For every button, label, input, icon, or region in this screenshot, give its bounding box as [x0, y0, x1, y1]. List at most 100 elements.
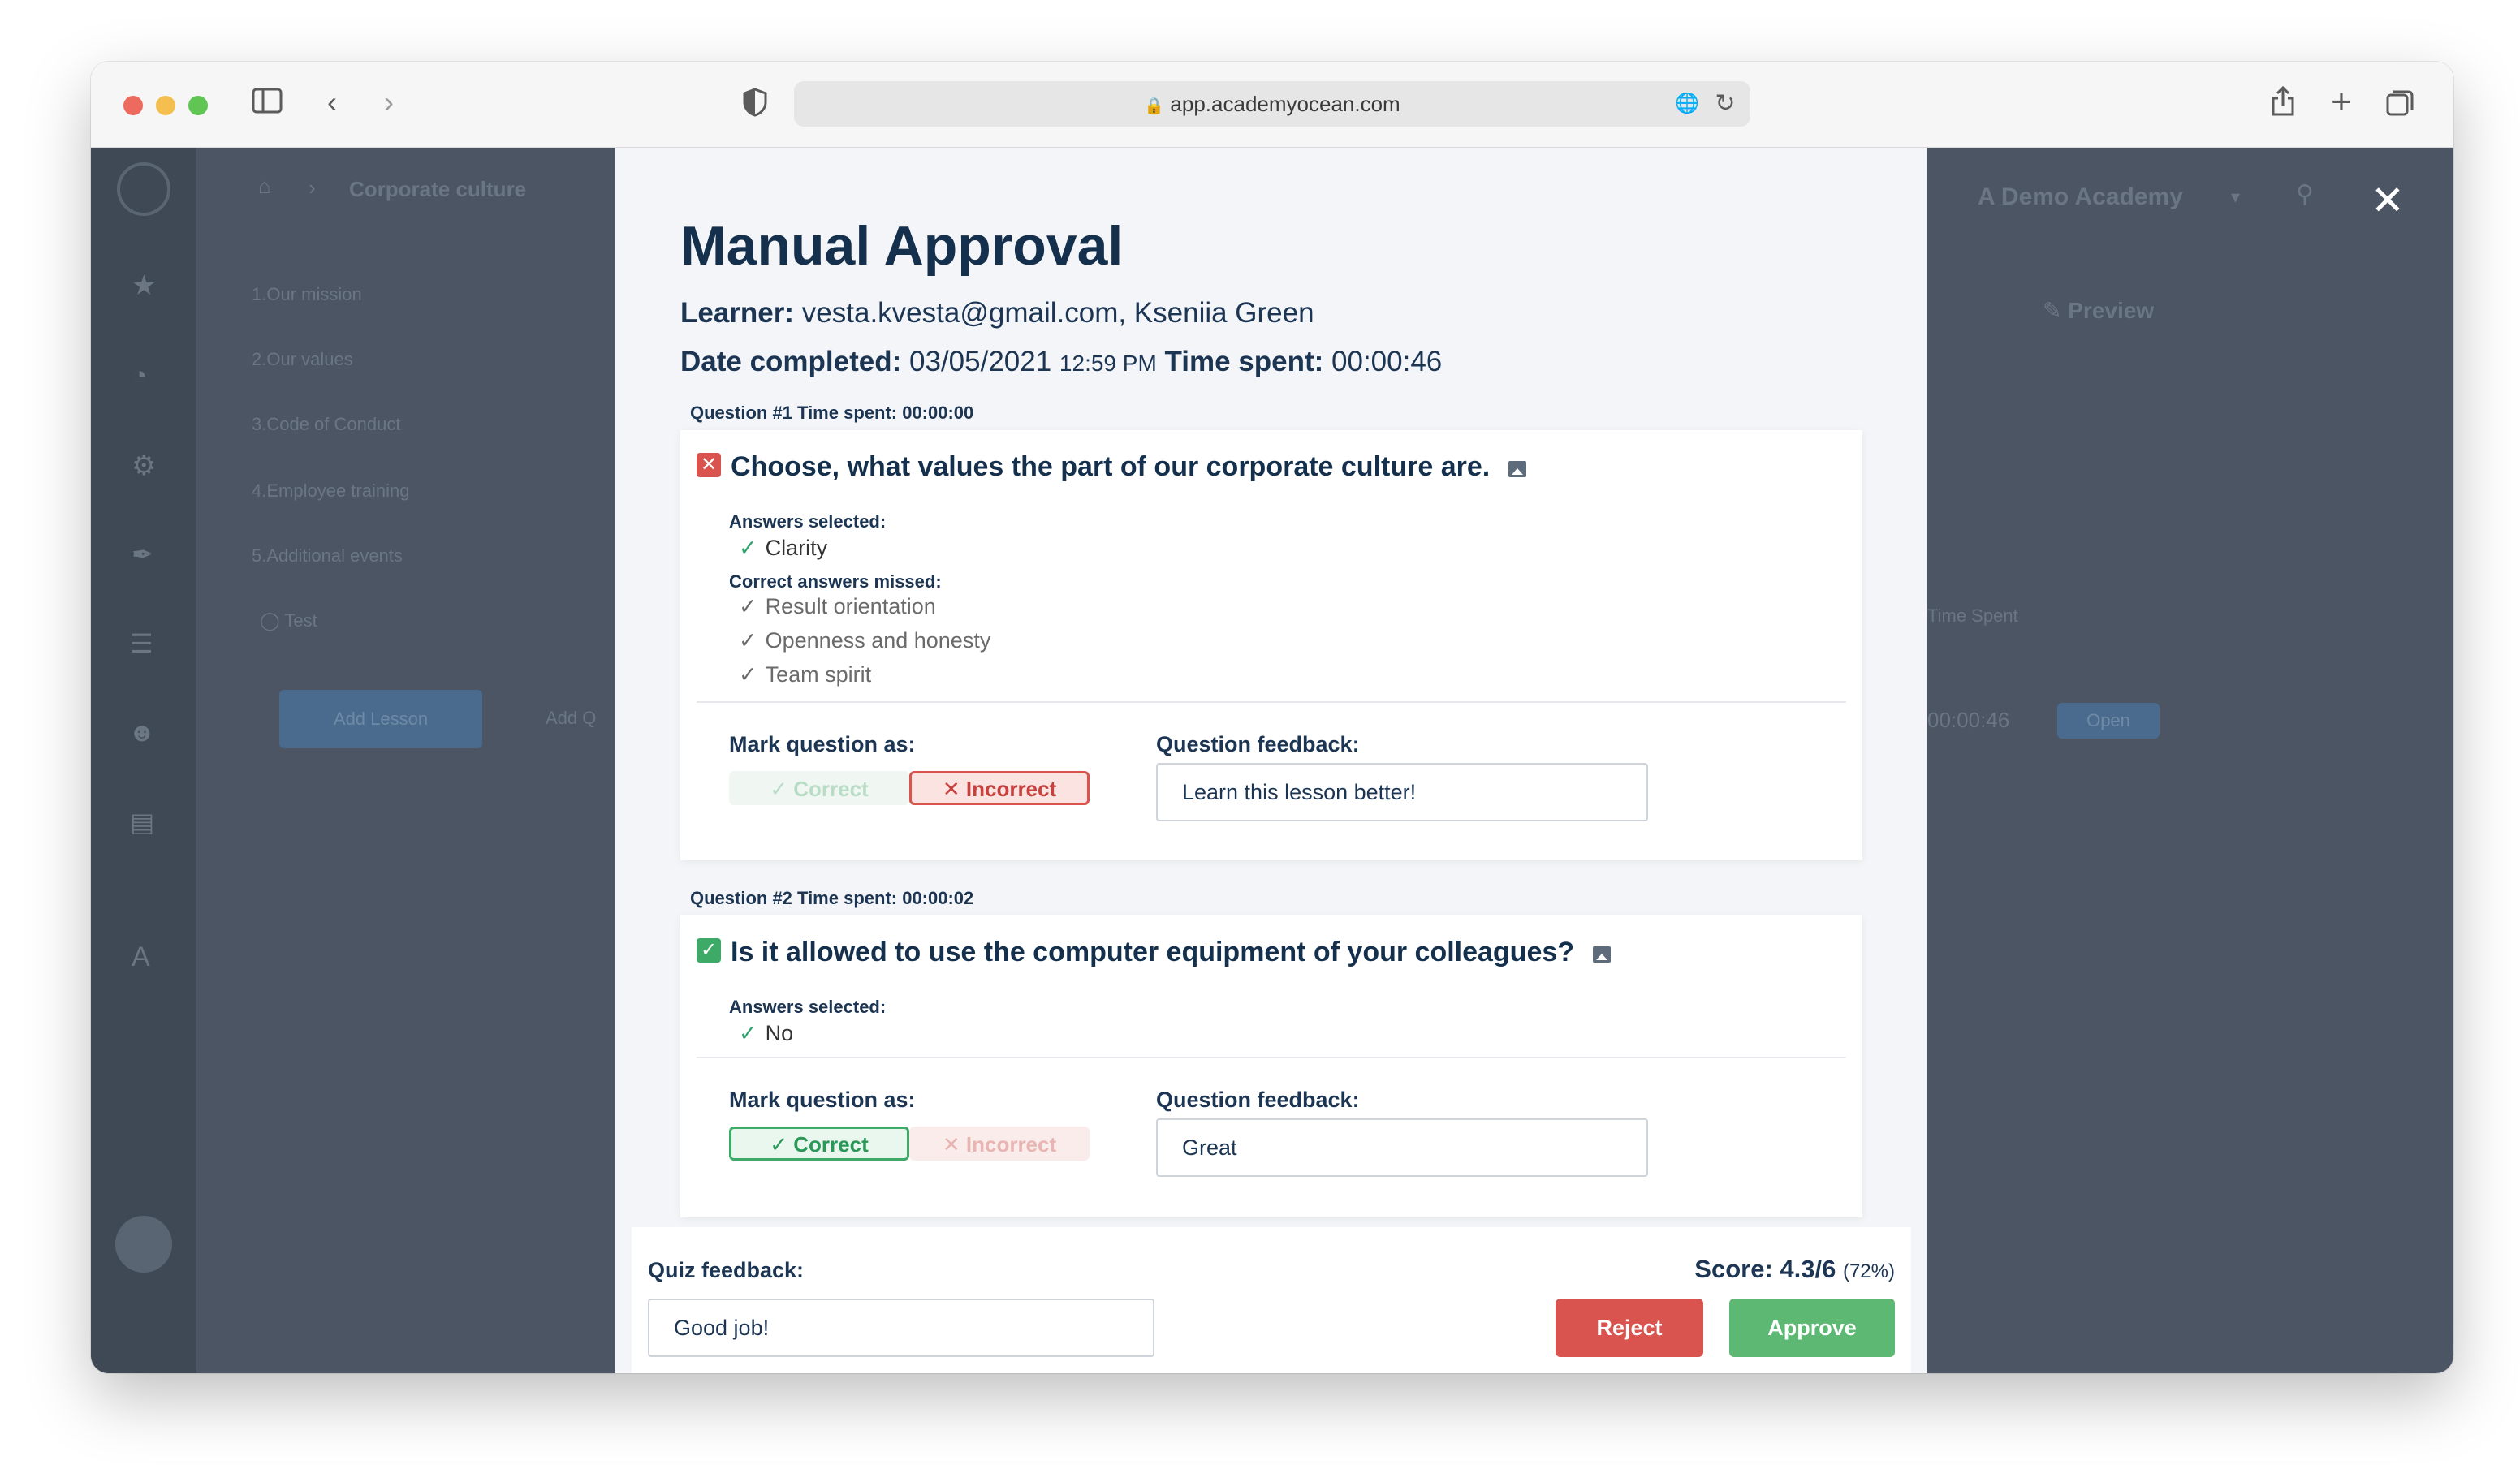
reload-icon[interactable]: ↻: [1713, 88, 1737, 120]
lesson-item[interactable]: 5.Additional events: [252, 545, 403, 567]
lesson-item[interactable]: 3.Code of Conduct: [252, 414, 400, 435]
missed-answer: ✓ Team spirit: [739, 662, 871, 687]
approve-button[interactable]: Approve: [1729, 1299, 1895, 1357]
manual-approval-modal: Manual Approval Learner: vesta.kvesta@gm…: [615, 148, 1927, 1373]
browser-window: ‹ › 🔒 app.academyocean.com 🌐 ↻ + ★ ◔ ⚙ ✒…: [91, 62, 2453, 1373]
lesson-item[interactable]: 1.Our mission: [252, 284, 362, 305]
answers-selected-label: Answers selected:: [729, 997, 887, 1017]
score-percent: (72%): [1842, 1260, 1895, 1282]
check-icon: ✓: [739, 662, 757, 687]
lock-icon: 🔒: [1144, 97, 1165, 115]
academy-small-icon: A: [1978, 183, 1995, 210]
preview-icon: ✎: [2043, 298, 2062, 323]
modal-title: Manual Approval: [680, 215, 1124, 277]
answer-text: Result orientation: [765, 594, 936, 618]
time-spent-label: Time spent:: [1164, 346, 1324, 377]
answer-text: No: [765, 1021, 794, 1045]
url-value: app.academyocean.com: [1170, 92, 1400, 116]
mark-correct-button[interactable]: ✓ Correct: [729, 1127, 909, 1161]
question-feedback-label: Question feedback:: [1156, 1088, 1360, 1112]
question-header: Question #2 Time spent: 00:00:02: [690, 888, 974, 908]
search-icon[interactable]: ⚲: [2296, 180, 2314, 209]
selected-answer: ✓ No: [739, 1021, 793, 1046]
close-window-button[interactable]: [123, 96, 143, 115]
mark-incorrect-button[interactable]: ✕ Incorrect: [909, 1127, 1090, 1161]
divider: [697, 701, 1846, 703]
divider: [697, 1057, 1846, 1058]
users-icon[interactable]: ☻: [128, 717, 156, 747]
time-spent-value: 00:00:46: [1331, 346, 1443, 377]
learner-label: Learner:: [680, 297, 795, 329]
missed-answer: ✓ Result orientation: [739, 594, 936, 619]
chevron-down-icon[interactable]: ▾: [2231, 187, 2240, 208]
user-avatar[interactable]: [115, 1216, 172, 1273]
incorrect-status-icon: ✕: [697, 453, 721, 477]
academy-logo-icon: [117, 162, 170, 216]
learner-info: Learner: vesta.kvesta@gmail.com, Kseniia…: [680, 297, 1314, 330]
mark-correct-label: Correct: [793, 777, 869, 801]
home-icon[interactable]: ⌂: [258, 174, 271, 199]
tab-overview-icon[interactable]: [2384, 88, 2416, 123]
question-feedback-input[interactable]: Great: [1156, 1118, 1648, 1177]
check-icon: ✓: [770, 1132, 788, 1157]
lesson-item[interactable]: 2.Our values: [252, 349, 353, 370]
mark-question-label: Mark question as:: [729, 1088, 916, 1112]
image-icon[interactable]: [1508, 461, 1526, 477]
academy-switcher[interactable]: A Demo Academy: [1978, 183, 2183, 211]
brush-icon[interactable]: ✒: [132, 539, 153, 570]
reject-button[interactable]: Reject: [1556, 1299, 1703, 1357]
date-label: Date completed:: [680, 346, 902, 377]
gauge-icon[interactable]: ◔: [132, 360, 147, 390]
translate-icon[interactable]: 🌐: [1672, 89, 1702, 118]
preview-button[interactable]: ✎ Preview: [2043, 297, 2154, 324]
minimize-window-button[interactable]: [156, 96, 175, 115]
sidebar-toggle-icon[interactable]: [250, 88, 284, 120]
quiz-feedback-input[interactable]: Good job!: [648, 1299, 1154, 1357]
share-icon[interactable]: [2268, 84, 2298, 123]
mark-correct-label: Correct: [793, 1132, 869, 1157]
time-value: 12:59 PM: [1059, 351, 1157, 376]
answer-text: Openness and honesty: [765, 628, 991, 653]
time-spent-cell: 00:00:46: [1927, 708, 2010, 732]
academy-icon[interactable]: A: [132, 941, 150, 973]
add-other-link[interactable]: Add Q: [546, 708, 596, 729]
check-icon: ✓: [739, 628, 757, 653]
gear-icon[interactable]: ⚙: [132, 450, 156, 482]
check-icon: ✓: [739, 594, 757, 618]
chart-icon[interactable]: ▤: [130, 807, 154, 838]
check-icon: ✓: [739, 536, 757, 560]
add-lesson-button[interactable]: Add Lesson: [279, 690, 482, 748]
selected-answer: ✓ Clarity: [739, 536, 827, 561]
mark-incorrect-label: Incorrect: [965, 1132, 1057, 1157]
lesson-item[interactable]: 4.Employee training: [252, 480, 409, 502]
preview-label: Preview: [2068, 298, 2155, 323]
answer-text: Clarity: [765, 536, 828, 560]
question-header: Question #1 Time spent: 00:00:00: [690, 403, 974, 423]
url-text: 🔒 app.academyocean.com: [794, 81, 1750, 129]
mark-incorrect-label: Incorrect: [965, 777, 1057, 801]
open-button[interactable]: Open: [2057, 703, 2160, 739]
shield-icon[interactable]: [740, 88, 770, 123]
image-icon[interactable]: [1593, 946, 1611, 963]
add-lesson-label: Add Lesson: [333, 709, 429, 729]
mark-correct-button[interactable]: ✓ Correct: [729, 771, 909, 805]
question-feedback-input[interactable]: Learn this lesson better!: [1156, 763, 1648, 821]
test-item[interactable]: ◯ Test: [260, 610, 317, 631]
test-icon: ◯: [260, 610, 280, 631]
layers-icon[interactable]: ☰: [130, 628, 153, 659]
maximize-window-button[interactable]: [188, 96, 208, 115]
breadcrumb-course[interactable]: Corporate culture: [349, 177, 526, 202]
background-app: ★ ◔ ⚙ ✒ ☰ ☻ ▤ A ⌂ › Corporate culture 1.…: [91, 148, 2453, 1373]
star-icon[interactable]: ★: [132, 269, 156, 302]
mark-incorrect-button[interactable]: ✕ Incorrect: [909, 771, 1090, 805]
new-tab-icon[interactable]: +: [2327, 84, 2356, 120]
close-modal-icon[interactable]: ✕: [2371, 180, 2405, 221]
mark-question-label: Mark question as:: [729, 732, 916, 756]
forward-icon[interactable]: ›: [377, 86, 401, 118]
address-bar[interactable]: 🔒 app.academyocean.com 🌐 ↻: [794, 81, 1750, 127]
close-icon: ✕: [942, 1132, 960, 1157]
back-icon[interactable]: ‹: [320, 86, 344, 118]
test-label: Test: [284, 610, 317, 631]
question-card: ✓ Is it allowed to use the computer equi…: [680, 915, 1862, 1217]
question-title: Is it allowed to use the computer equipm…: [731, 937, 1575, 967]
